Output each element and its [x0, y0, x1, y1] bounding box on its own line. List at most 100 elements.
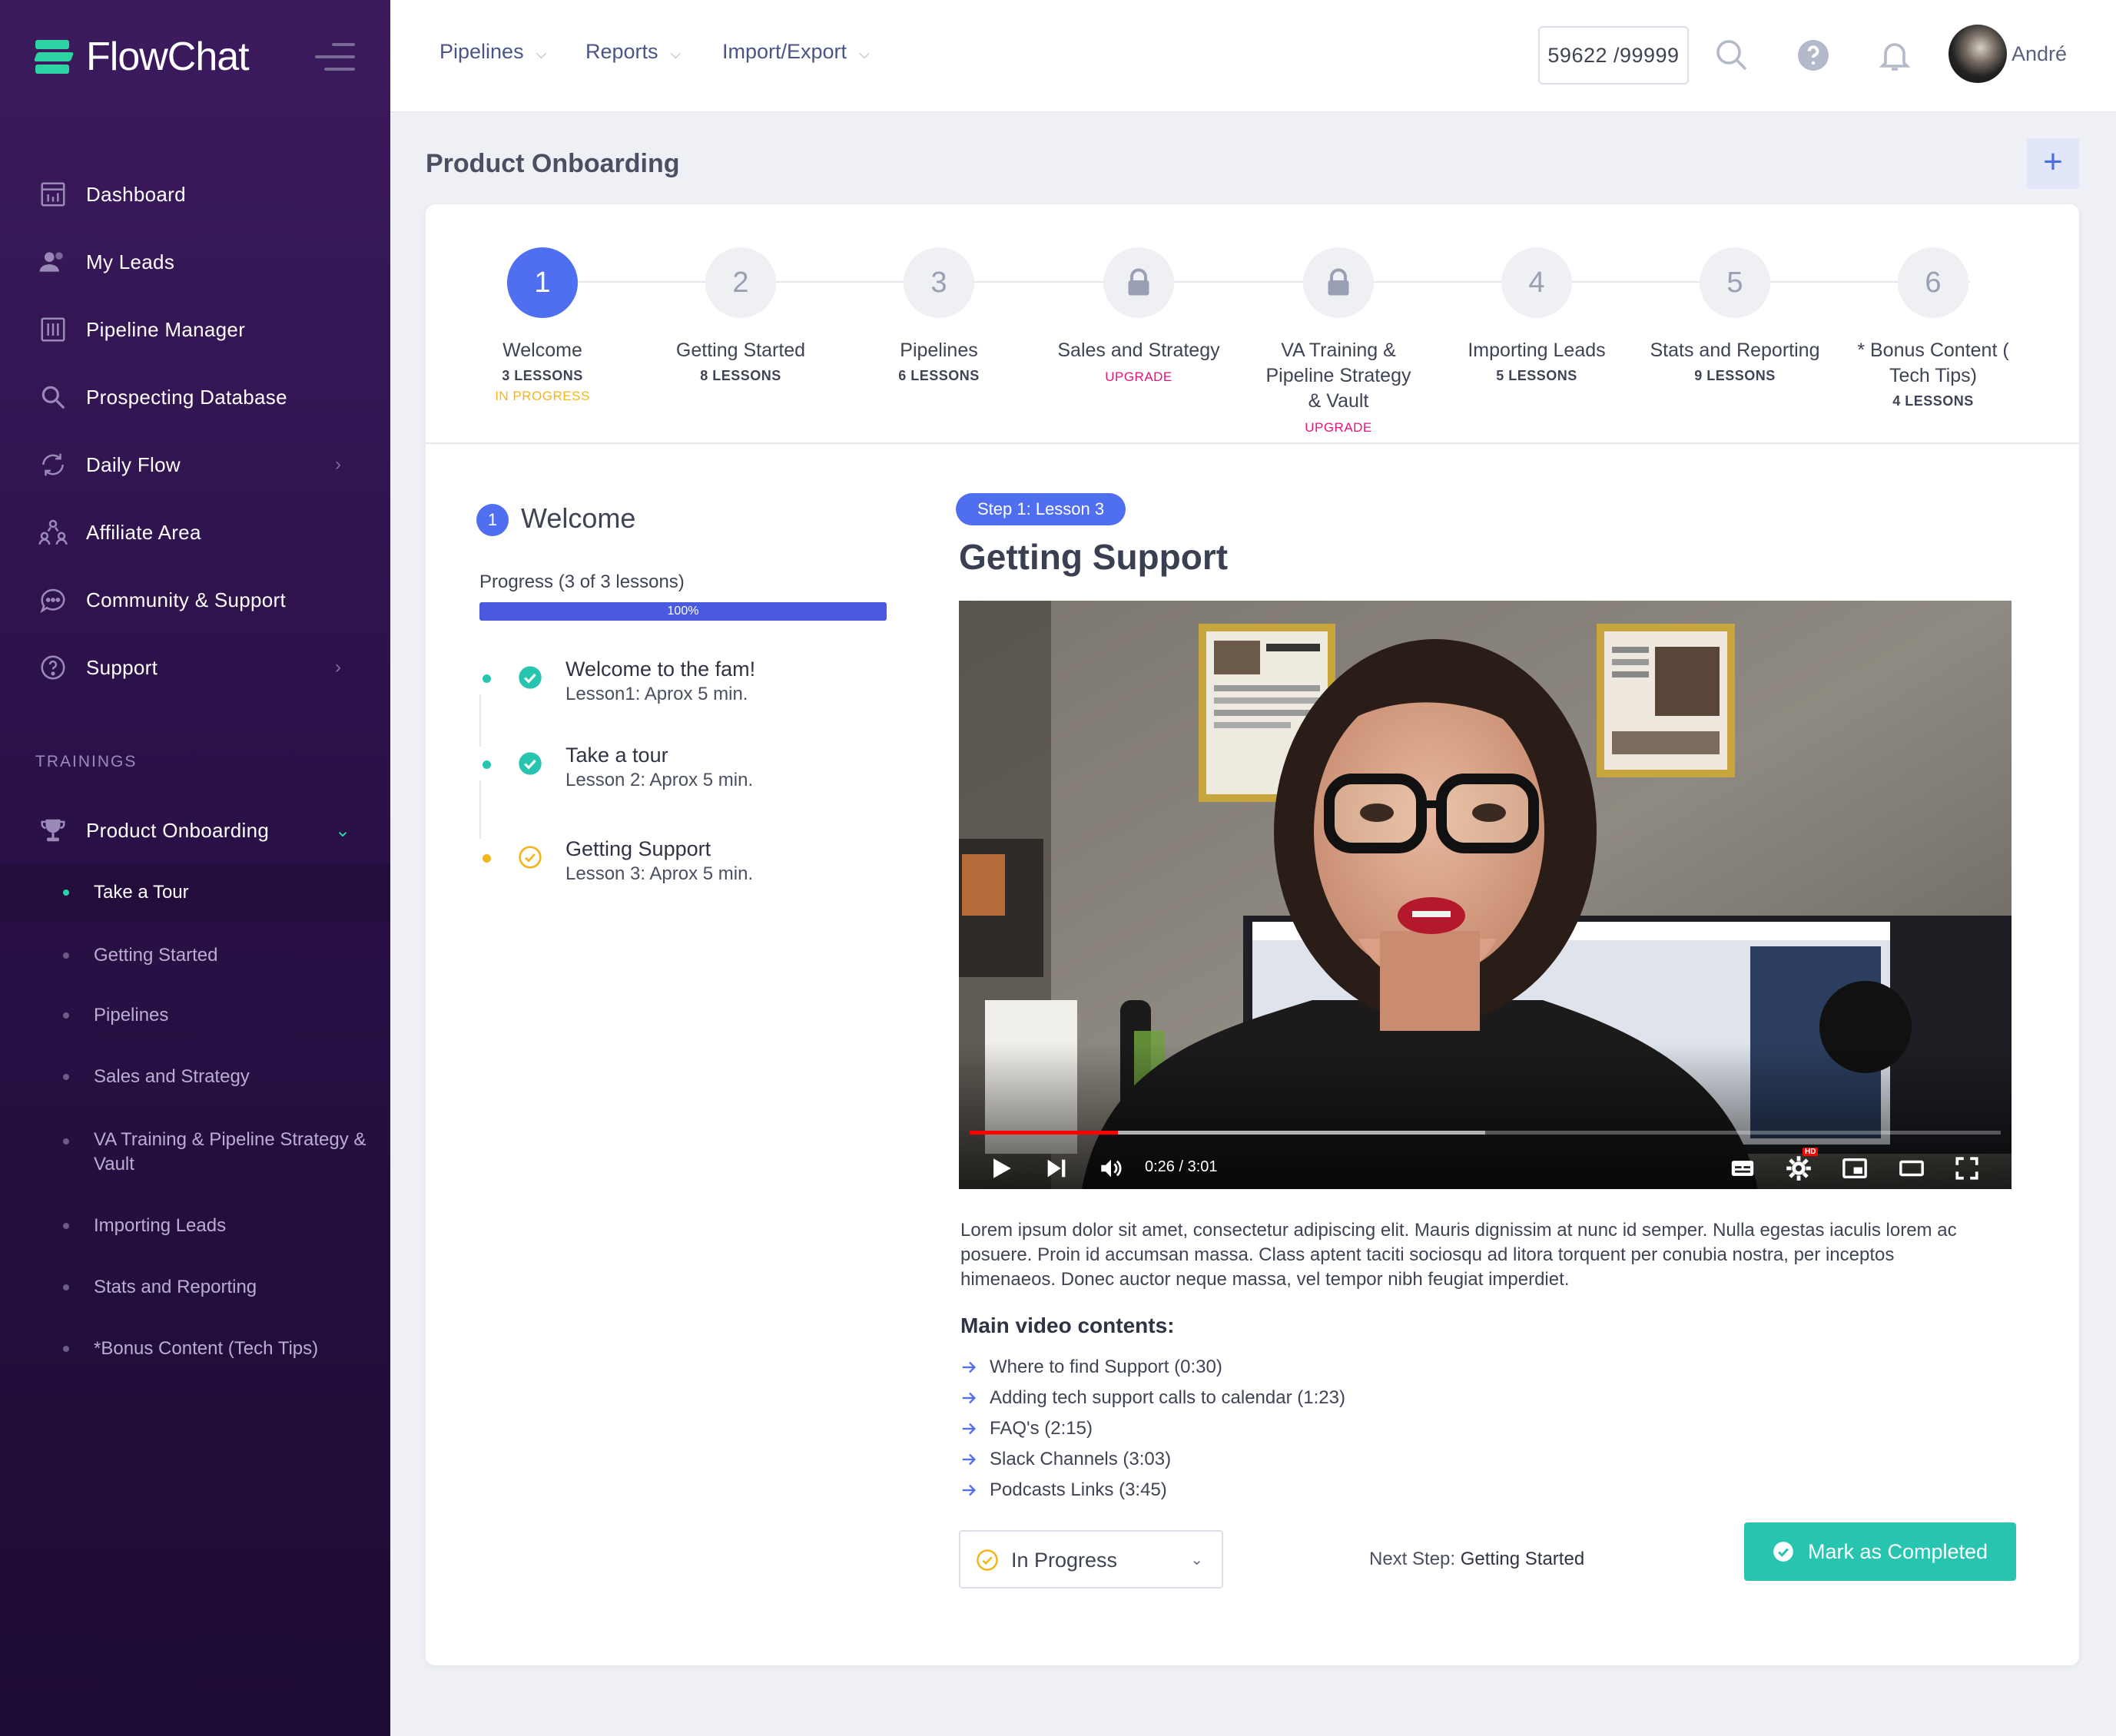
- lesson-item[interactable]: Welcome to the fam! Lesson1: Aprox 5 min…: [476, 658, 907, 711]
- sidebar-item-my-leads[interactable]: My Leads: [0, 235, 390, 289]
- mark-completed-label: Mark as Completed: [1807, 1539, 1988, 1563]
- step-lessons: 9 LESSONS: [1694, 368, 1776, 383]
- step-title: Stats and Reporting: [1650, 340, 1820, 361]
- lock-icon: [1328, 268, 1349, 296]
- help-icon[interactable]: [1795, 37, 1832, 74]
- upgrade-label[interactable]: UPGRADE: [1239, 420, 1438, 436]
- page-title: Product Onboarding: [426, 149, 680, 178]
- step-importing-leads[interactable]: 4 Importing Leads 5 LESSONS: [1437, 247, 1637, 384]
- brand-logo[interactable]: FlowChat: [33, 34, 250, 80]
- fullscreen-icon[interactable]: [1953, 1155, 1981, 1181]
- search-icon[interactable]: [1713, 37, 1750, 74]
- next-step[interactable]: Next Step: Getting Started: [1369, 1549, 1584, 1570]
- sidebar-item-label: Dashboard: [86, 182, 186, 206]
- sidebar-subitem-va-training[interactable]: VA Training & Pipeline Strategy & Vault: [0, 1128, 390, 1181]
- mark-completed-button[interactable]: Mark as Completed: [1744, 1522, 2016, 1581]
- progress-label: Progress (3 of 3 lessons): [479, 571, 685, 592]
- sidebar-subitem-active[interactable]: Take a Tour: [0, 863, 390, 922]
- theater-mode-icon[interactable]: [1896, 1155, 1927, 1181]
- sidebar-subitem-importing-leads[interactable]: Importing Leads: [0, 1212, 390, 1251]
- bullet-dot: [63, 1138, 69, 1145]
- step-title: Getting Started: [675, 340, 806, 361]
- flowchat-logo-icon: [33, 38, 75, 75]
- video-time: 0:26 / 3:01: [1145, 1158, 1218, 1175]
- lesson-title: Getting Support: [565, 837, 711, 860]
- contents-item[interactable]: Podcasts Links (3:45): [960, 1475, 1345, 1506]
- sidebar-subitem-sales-strategy[interactable]: Sales and Strategy: [0, 1063, 390, 1102]
- contents-item-label: Where to find Support (0:30): [990, 1357, 1222, 1377]
- contents-item[interactable]: Slack Channels (3:03): [960, 1444, 1345, 1475]
- lesson-title: Take a tour: [565, 744, 668, 767]
- settings-gear-icon[interactable]: [1784, 1154, 1813, 1183]
- step-getting-started[interactable]: 2 Getting Started 8 LESSONS: [641, 247, 841, 384]
- step-welcome[interactable]: 1 Welcome 3 LESSONS IN PROGRESS: [443, 247, 642, 404]
- captions-icon[interactable]: [1727, 1155, 1758, 1181]
- sidebar-subitem-bonus-content[interactable]: *Bonus Content (Tech Tips): [0, 1335, 390, 1373]
- step-status: IN PROGRESS: [495, 389, 590, 403]
- timeline-dot: [483, 854, 491, 863]
- step-lesson-pill: Step 1: Lesson 3: [956, 493, 1126, 525]
- step-lessons: 3 LESSONS: [502, 368, 583, 383]
- bell-icon[interactable]: [1876, 37, 1913, 74]
- sidebar-subitem-stats-reporting[interactable]: Stats and Reporting: [0, 1274, 390, 1312]
- in-progress-check-icon: [977, 1549, 998, 1571]
- module-number-badge: 1: [476, 504, 509, 536]
- sidebar-item-affiliate-area[interactable]: Affiliate Area: [0, 505, 390, 559]
- contents-item[interactable]: Adding tech support calls to calendar (1…: [960, 1383, 1345, 1413]
- menu-collapse-icon[interactable]: [315, 41, 355, 72]
- dashboard-icon: [41, 182, 65, 207]
- volume-icon[interactable]: [1097, 1155, 1125, 1181]
- arrow-right-icon: [962, 1453, 977, 1466]
- sidebar-item-pipeline-manager[interactable]: Pipeline Manager: [0, 303, 390, 356]
- bullet-dot: [63, 952, 69, 959]
- step-pipelines[interactable]: 3 Pipelines 6 LESSONS: [839, 247, 1039, 384]
- contents-item[interactable]: Where to find Support (0:30): [960, 1352, 1345, 1383]
- video-player[interactable]: 0:26 / 3:01 HD: [959, 601, 2012, 1189]
- step-stats-reporting[interactable]: 5 Stats and Reporting 9 LESSONS: [1635, 247, 1835, 384]
- contents-item-label: FAQ's (2:15): [990, 1418, 1093, 1439]
- check-circle-icon: [1773, 1542, 1793, 1562]
- step-number: 6: [1898, 247, 1968, 318]
- sidebar-item-daily-flow[interactable]: Daily Flow ›: [0, 438, 390, 492]
- avatar[interactable]: [1949, 25, 2007, 83]
- top-menu-import-export[interactable]: Import/Export ⌵: [722, 40, 870, 64]
- sidebar-subitem-label: Importing Leads: [94, 1215, 227, 1236]
- step-bonus-content[interactable]: 6 * Bonus Content ( Tech Tips) 4 LESSONS: [1833, 247, 2033, 409]
- miniplayer-icon[interactable]: [1839, 1155, 1870, 1181]
- top-menu-reports[interactable]: Reports ⌵: [585, 40, 681, 64]
- sidebar: FlowChat Dashboard My Leads Pipeline Man…: [0, 0, 390, 1736]
- trophy-icon: [41, 819, 65, 842]
- video-frame: [959, 601, 2012, 1189]
- sidebar-subitem-label: VA Training & Pipeline Strategy & Vault: [94, 1129, 366, 1174]
- step-sales-strategy[interactable]: Sales and Strategy UPGRADE: [1039, 247, 1239, 385]
- bullet-dot: [63, 1012, 69, 1019]
- top-menu-pipelines[interactable]: Pipelines ⌵: [439, 40, 546, 64]
- add-button[interactable]: +: [2027, 138, 2079, 189]
- sidebar-item-community-support[interactable]: Community & Support: [0, 573, 390, 627]
- play-icon[interactable]: [988, 1155, 1014, 1181]
- sidebar-item-product-onboarding[interactable]: Product Onboarding ⌄: [0, 803, 390, 857]
- sidebar-subitem-pipelines[interactable]: Pipelines: [0, 1002, 390, 1040]
- step-lock: [1303, 247, 1374, 318]
- step-number: 2: [705, 247, 776, 318]
- contents-item[interactable]: FAQ's (2:15): [960, 1413, 1345, 1444]
- sidebar-item-prospecting-database[interactable]: Prospecting Database: [0, 370, 390, 424]
- lesson-status-select[interactable]: In Progress ⌄: [959, 1530, 1223, 1589]
- contents-item-label: Adding tech support calls to calendar (1…: [990, 1387, 1345, 1408]
- hd-badge: HD: [1803, 1148, 1819, 1156]
- next-icon[interactable]: [1043, 1155, 1070, 1181]
- users-icon: [39, 252, 63, 272]
- step-number: 1: [507, 247, 578, 318]
- sidebar-item-dashboard[interactable]: Dashboard: [0, 167, 390, 221]
- lesson-item-current[interactable]: Getting Support Lesson 3: Aprox 5 min.: [476, 837, 907, 891]
- check-circle-icon: [519, 666, 542, 689]
- lesson-item[interactable]: Take a tour Lesson 2: Aprox 5 min.: [476, 744, 907, 797]
- sidebar-item-support[interactable]: Support ›: [0, 641, 390, 694]
- upgrade-label[interactable]: UPGRADE: [1039, 369, 1239, 385]
- step-va-training[interactable]: VA Training & Pipeline Strategy & Vault …: [1239, 247, 1438, 436]
- user-name[interactable]: André: [2012, 42, 2067, 66]
- lesson-duration: Lesson 3: Aprox 5 min.: [565, 863, 754, 884]
- contents-title: Main video contents:: [960, 1314, 1175, 1337]
- sidebar-subitem-getting-started[interactable]: Getting Started: [0, 942, 390, 980]
- progress-bar: 100%: [479, 602, 887, 621]
